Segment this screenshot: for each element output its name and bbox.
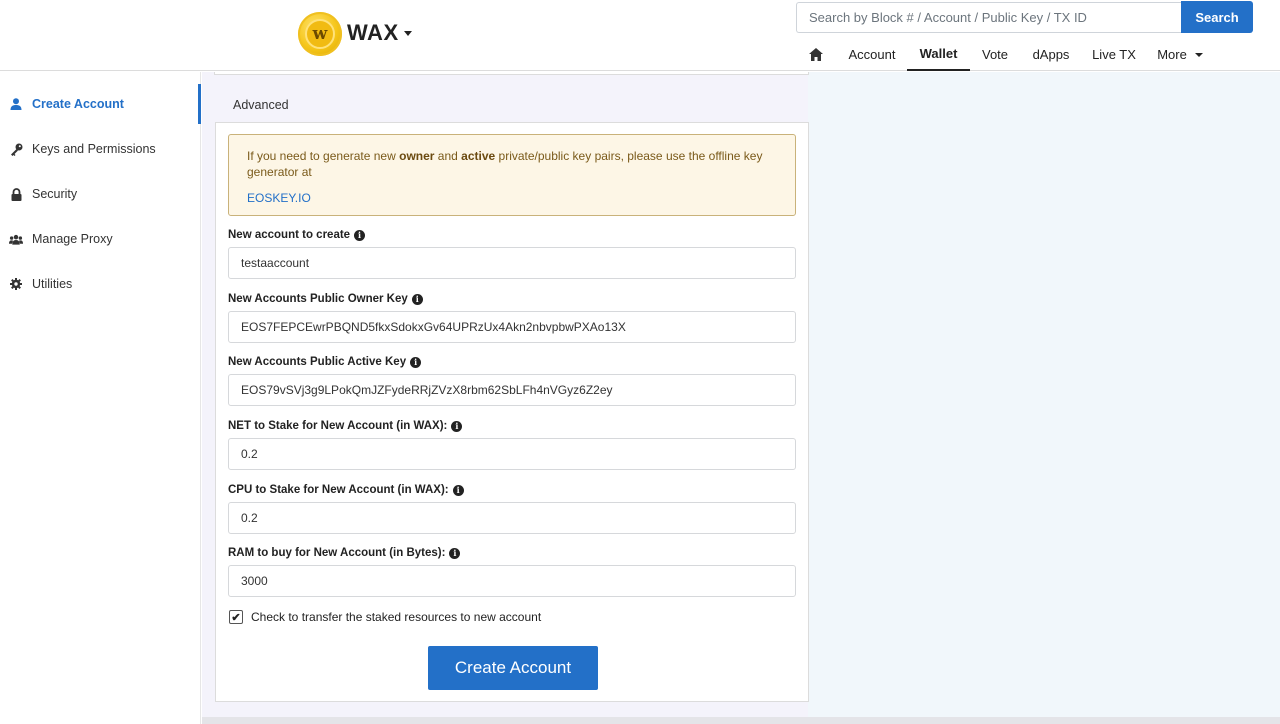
sidebar-item-security[interactable]: Security: [0, 174, 201, 214]
nav-more-label: More: [1157, 47, 1187, 62]
net-stake-input[interactable]: [228, 438, 796, 470]
users-icon: [9, 232, 23, 246]
gear-icon: [9, 277, 23, 291]
create-account-card: If you need to generate new owner and ac…: [215, 122, 809, 702]
caret-down-icon: [1194, 52, 1203, 57]
account-name-input[interactable]: [228, 247, 796, 279]
transfer-checkbox-label: Check to transfer the staked resources t…: [251, 610, 542, 624]
owner-key-label: New Accounts Public Owner Key i: [228, 293, 423, 305]
label-text: New Accounts Public Owner Key: [228, 293, 408, 305]
label-text: New Accounts Public Active Key: [228, 356, 407, 368]
cpu-stake-label: CPU to Stake for New Account (in WAX): i: [228, 484, 464, 496]
nav-account[interactable]: Account: [840, 38, 904, 71]
chevron-down-icon[interactable]: [404, 31, 412, 36]
sidebar-item-utilities[interactable]: Utilities: [0, 264, 201, 304]
search-input[interactable]: [796, 2, 1182, 33]
create-account-button[interactable]: Create Account: [428, 646, 598, 690]
info-icon[interactable]: i: [410, 356, 422, 368]
sidebar-item-label: Keys and Permissions: [32, 142, 156, 156]
wax-logo-icon[interactable]: w: [298, 12, 342, 56]
transfer-checkbox-row[interactable]: ✔ Check to transfer the staked resources…: [229, 610, 541, 624]
search-button[interactable]: Search: [1181, 1, 1253, 33]
eoskey-link[interactable]: EOSKEY.IO: [247, 190, 777, 206]
info-icon[interactable]: i: [449, 547, 461, 559]
tab-advanced[interactable]: Advanced: [233, 98, 289, 112]
alert-text: and: [434, 149, 462, 163]
label-text: RAM to buy for New Account (in Bytes):: [228, 547, 446, 559]
account-name-label: New account to create i: [228, 229, 366, 241]
ram-buy-input[interactable]: [228, 565, 796, 597]
sidebar-item-keys-permissions[interactable]: Keys and Permissions: [0, 129, 201, 169]
label-text: NET to Stake for New Account (in WAX):: [228, 420, 448, 432]
key-generator-alert: If you need to generate new owner and ac…: [228, 134, 796, 216]
previous-card-edge: [214, 72, 809, 75]
sidebar-item-create-account[interactable]: Create Account: [0, 84, 201, 124]
label-text: CPU to Stake for New Account (in WAX):: [228, 484, 449, 496]
sidebar: Create Account Keys and Permissions Secu…: [0, 72, 201, 724]
info-icon[interactable]: i: [452, 484, 464, 496]
alert-owner: owner: [399, 149, 435, 163]
ram-buy-label: RAM to buy for New Account (in Bytes): i: [228, 547, 461, 559]
top-header: w WAX Search Account Wallet Vote dApps L…: [0, 0, 1280, 71]
info-icon[interactable]: i: [451, 420, 463, 432]
home-icon[interactable]: [800, 38, 832, 71]
alert-active: active: [461, 149, 496, 163]
owner-key-input[interactable]: [228, 311, 796, 343]
active-key-label: New Accounts Public Active Key i: [228, 356, 422, 368]
nav-more[interactable]: More: [1152, 38, 1208, 71]
page-bottom-edge: [202, 717, 1280, 724]
info-icon[interactable]: i: [411, 293, 423, 305]
net-stake-label: NET to Stake for New Account (in WAX): i: [228, 420, 463, 432]
lock-icon: [9, 187, 23, 201]
sidebar-item-label: Utilities: [32, 277, 73, 291]
nav-dapps[interactable]: dApps: [1027, 38, 1075, 71]
info-icon[interactable]: i: [354, 229, 366, 241]
sidebar-item-label: Security: [32, 187, 78, 201]
nav-wallet[interactable]: Wallet: [907, 38, 970, 71]
transfer-checkbox[interactable]: ✔: [229, 610, 243, 624]
nav-vote[interactable]: Vote: [973, 38, 1017, 71]
sidebar-item-label: Manage Proxy: [32, 232, 113, 246]
user-icon: [9, 97, 23, 111]
sidebar-item-manage-proxy[interactable]: Manage Proxy: [0, 219, 201, 259]
sidebar-item-label: Create Account: [32, 97, 124, 111]
label-text: New account to create: [228, 229, 351, 241]
nav-live-tx[interactable]: Live TX: [1087, 38, 1141, 71]
brand-name[interactable]: WAX: [347, 20, 399, 46]
cpu-stake-input[interactable]: [228, 502, 796, 534]
alert-text: If you need to generate new: [247, 149, 400, 163]
active-key-input[interactable]: [228, 374, 796, 406]
key-icon: [9, 142, 23, 156]
